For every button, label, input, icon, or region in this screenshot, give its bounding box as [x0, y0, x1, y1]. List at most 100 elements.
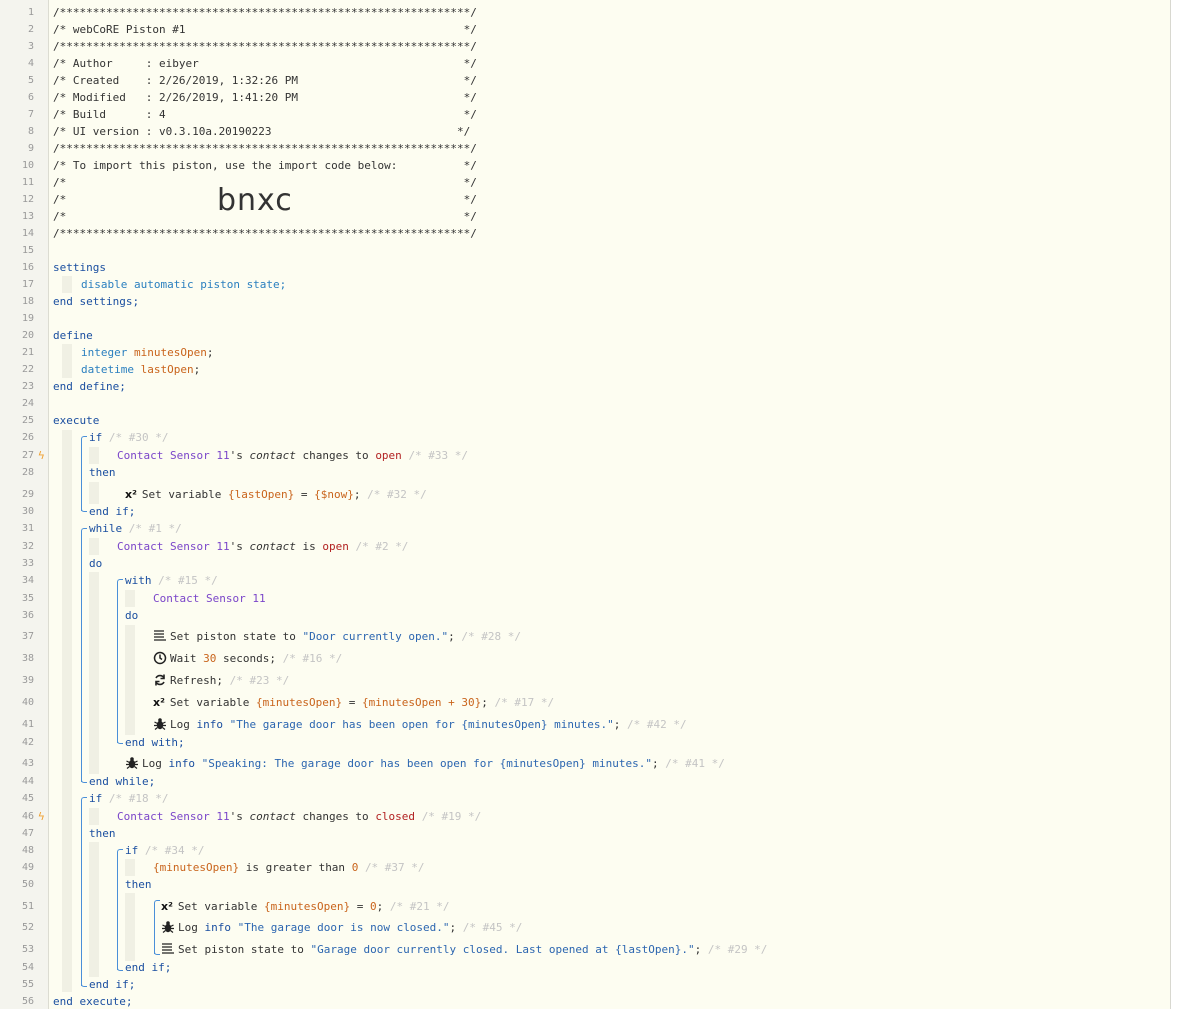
- line-number: 46: [21, 811, 34, 822]
- set-variable-minutes-open-plus[interactable]: x² Set variable {minutesOpen} = {minutesO…: [153, 695, 554, 711]
- with-statement-15[interactable]: with /* #15 */: [125, 573, 218, 589]
- bracket-line: [117, 583, 118, 743]
- bug-icon: [125, 757, 142, 770]
- with-device-contact-sensor-11[interactable]: Contact Sensor 11: [153, 591, 266, 607]
- line-number: 6: [27, 92, 34, 103]
- variable-icon: x²: [153, 696, 165, 709]
- set-piston-state-closed[interactable]: Set piston state to "Garage door current…: [161, 942, 767, 958]
- statement-id: /* #15 */: [158, 574, 218, 587]
- define-integer-line[interactable]: integer minutesOpen;: [81, 345, 213, 361]
- string-closed-state: "Garage door currently closed. Last open…: [310, 943, 695, 956]
- list-icon: [161, 943, 178, 956]
- if-statement-30[interactable]: if /* #30 */: [89, 430, 168, 446]
- line-number: 21: [21, 347, 34, 358]
- semicolon: ;: [613, 718, 621, 731]
- define-datetime-line[interactable]: datetime lastOpen;: [81, 362, 200, 378]
- comment-title: /* webCoRE Piston #1 */: [53, 23, 477, 36]
- define-keyword: define: [53, 329, 93, 342]
- line-number: 13: [21, 211, 34, 222]
- indent-guide: [89, 538, 99, 555]
- line-number: 42: [21, 737, 34, 748]
- if-statement-34[interactable]: if /* #34 */: [125, 843, 204, 859]
- while-statement-1[interactable]: while /* #1 */: [89, 521, 182, 537]
- line-number: 47: [21, 828, 34, 839]
- line-number: 11: [21, 177, 34, 188]
- condition-contact-changes-open[interactable]: Contact Sensor 11's contact changes to o…: [117, 448, 468, 464]
- bug-icon: [153, 718, 170, 731]
- if-statement-18[interactable]: if /* #18 */: [89, 791, 168, 807]
- variable-minutes-open: {minutesOpen}: [256, 696, 343, 709]
- line-number: 4: [27, 58, 34, 69]
- log-info-door-closed[interactable]: Log info "The garage door is now closed.…: [161, 920, 522, 936]
- list-icon: [153, 630, 170, 643]
- line-number: 10: [21, 160, 34, 171]
- if-keyword: if: [89, 792, 103, 805]
- line-number: 54: [21, 962, 34, 973]
- log-info-speaking[interactable]: Log info "Speaking: The garage door has …: [125, 756, 725, 772]
- operator-is: is: [302, 540, 316, 553]
- do-keyword: do: [125, 609, 139, 622]
- line-number: 31: [21, 523, 34, 534]
- line-number: 41: [21, 719, 34, 730]
- line-number: 9: [27, 143, 34, 154]
- statement-id: /* #32 */: [367, 488, 427, 501]
- action-set-piston-state: Set piston state to: [178, 943, 304, 956]
- bracket-line: [81, 440, 82, 511]
- log-info-open-minutes[interactable]: Log info "The garage door has been open …: [153, 717, 687, 733]
- set-variable-last-open[interactable]: x² Set variable {lastOpen} = {$now}; /* #…: [125, 487, 427, 503]
- indent-guide: [62, 344, 72, 378]
- end-if-keyword: end if;: [89, 505, 136, 518]
- line-number: 45: [21, 793, 34, 804]
- line-number: 49: [21, 862, 34, 873]
- indent-guide: [62, 276, 72, 293]
- import-code[interactable]: bnxc: [217, 183, 293, 218]
- refresh-action[interactable]: Refresh; /* #23 */: [153, 673, 289, 689]
- set-variable-minutes-open-zero[interactable]: x² Set variable {minutesOpen} = 0; /* #21…: [161, 899, 449, 915]
- line-number: 53: [21, 944, 34, 955]
- statement-id: /* #29 */: [707, 943, 768, 956]
- indent-guide: [89, 842, 99, 977]
- if-keyword: if: [89, 431, 103, 444]
- comment-import-text: /* To import this piston, use the import…: [53, 159, 477, 172]
- clock-icon: [153, 651, 170, 665]
- statement-id: /* #2 */: [355, 540, 409, 553]
- settings-keyword: settings: [53, 261, 106, 274]
- statement-id: /* #37 */: [364, 861, 425, 874]
- line-number: 30: [21, 506, 34, 517]
- indent-guide: [125, 859, 135, 876]
- condition-contact-is-open[interactable]: Contact Sensor 11's contact is open /* #…: [117, 539, 408, 555]
- string-door-open: "Door currently open.": [302, 630, 449, 643]
- statement-id: /* #1 */: [128, 522, 182, 535]
- bracket-line: [81, 532, 82, 782]
- settings-statement[interactable]: disable automatic piston state;: [81, 277, 286, 293]
- line-number: 56: [21, 996, 34, 1007]
- end-define-keyword: end define;: [53, 380, 126, 393]
- statement-id: /* #23 */: [229, 674, 290, 687]
- value-thirty: 30: [203, 652, 217, 665]
- line-number: 52: [21, 922, 34, 933]
- condition-contact-changes-closed[interactable]: Contact Sensor 11's contact changes to c…: [117, 809, 481, 825]
- statement-id: /* #18 */: [108, 792, 169, 805]
- statement-id: /* #16 */: [282, 652, 343, 665]
- wait-30-seconds[interactable]: Wait 30 seconds; /* #16 */: [153, 651, 342, 667]
- indent-guide: [125, 590, 135, 607]
- bug-icon: [161, 921, 178, 934]
- action-log: Log: [142, 757, 162, 770]
- line-number: 22: [21, 364, 34, 375]
- variable-last-open: {lastOpen}: [228, 488, 295, 501]
- value-open: open: [375, 449, 402, 462]
- statement-id: /* #34 */: [144, 844, 205, 857]
- condition-minutes-greater-than-zero[interactable]: {minutesOpen} is greater than 0 /* #37 *…: [153, 860, 425, 876]
- comment-author: /* Author : eibyer */: [53, 57, 477, 70]
- trigger-bolt-icon: ϟ: [38, 810, 45, 823]
- string-log-open-minutes: "The garage door has been open for {minu…: [229, 718, 614, 731]
- indent-guide: [89, 447, 99, 464]
- comment-border: /***************************************…: [53, 40, 477, 53]
- string-log-speaking: "Speaking: The garage door has been open…: [201, 757, 652, 770]
- semicolon: ;: [481, 696, 488, 709]
- line-number: 55: [21, 979, 34, 990]
- comment-border: /***************************************…: [53, 142, 477, 155]
- set-piston-state-door-open[interactable]: Set piston state to "Door currently open…: [153, 629, 521, 645]
- log-level-info: info: [196, 718, 224, 731]
- then-keyword: then: [125, 878, 152, 891]
